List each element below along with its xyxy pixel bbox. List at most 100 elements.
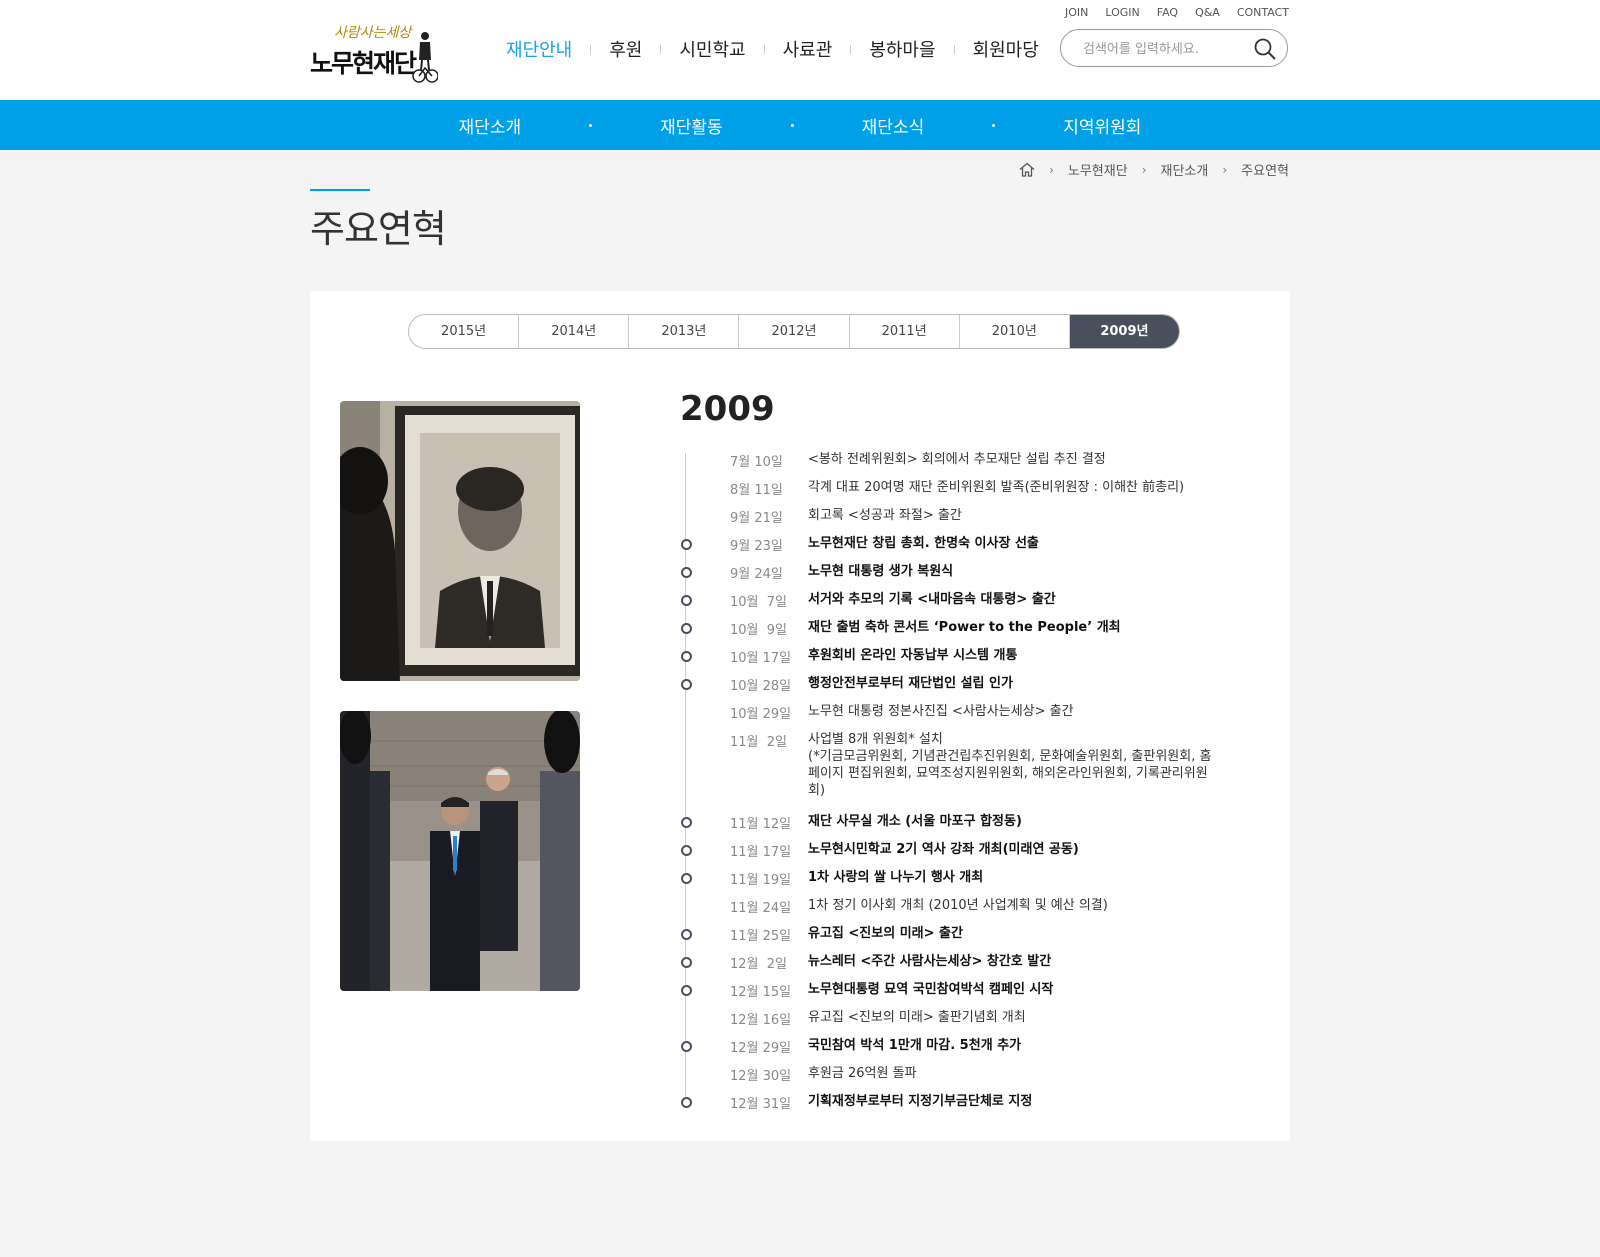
- event-title: 뉴스레터 <주간 사람사는세상> 창간호 발간: [808, 954, 1052, 969]
- year-tab[interactable]: 2010년: [958, 315, 1069, 348]
- event-text: 유고집 <진보의 미래> 출간: [808, 925, 1218, 942]
- event-title: <봉하 전례위원회> 회의에서 추모재단 설립 추진 결정: [808, 452, 1106, 467]
- contact-link[interactable]: CONTACT: [1237, 6, 1289, 19]
- home-icon[interactable]: [1019, 162, 1035, 177]
- event-text: 재단 사무실 개소 (서울 마포구 합정동): [808, 813, 1218, 830]
- logo-tagline: 사람사는세상: [334, 25, 412, 41]
- gnb-item-citizen-school[interactable]: 시민학교: [661, 36, 763, 62]
- gnb-item-members[interactable]: 회원마당: [955, 36, 1057, 62]
- event-text: 1차 정기 이사회 개최 (2010년 사업계획 및 예산 의결): [808, 897, 1218, 914]
- event-date: 10월 9일: [730, 623, 787, 638]
- event-date: 12월 30일: [730, 1069, 792, 1084]
- timeline-dot-icon: [681, 567, 692, 578]
- event-title: 사업별 8개 위원회* 설치: [808, 732, 943, 747]
- event-date: 12월 31일: [730, 1097, 792, 1112]
- event-text: 노무현대통령 묘역 국민참여박석 캠페인 시작: [808, 981, 1218, 998]
- breadcrumb-item[interactable]: 재단소개: [1161, 160, 1209, 179]
- event-text: 노무현재단 창립 총회. 한명숙 이사장 선출: [808, 535, 1218, 552]
- event-title: 재단 출범 축하 콘서트 ‘Power to the People’ 개최: [808, 620, 1121, 635]
- timeline-dot-icon: [681, 679, 692, 690]
- event-date: 10월 17일: [730, 651, 792, 666]
- subnav-item-news[interactable]: 재단소식: [862, 113, 925, 138]
- event-date: 12월 2일: [730, 957, 787, 972]
- subnav-divider: [790, 123, 794, 127]
- year-tab[interactable]: 2015년: [409, 315, 518, 348]
- event-date: 11월 24일: [730, 901, 792, 916]
- gnb-item-support[interactable]: 후원: [591, 36, 660, 62]
- event-text: 뉴스레터 <주간 사람사는세상> 창간호 발간: [808, 953, 1218, 970]
- event-date: 12월 15일: [730, 985, 792, 1000]
- year-tabs: 2015년 2014년 2013년 2012년 2011년 2010년 2009년: [408, 314, 1180, 349]
- event-title: 유고집 <진보의 미래> 출간: [808, 926, 963, 941]
- event-date: 10월 7일: [730, 595, 787, 610]
- timeline-dot-icon: [681, 539, 692, 550]
- year-heading: 2009: [680, 389, 775, 429]
- timeline-dot-icon: [681, 845, 692, 856]
- breadcrumb-separator: ›: [1222, 162, 1228, 177]
- breadcrumb-separator: ›: [1049, 162, 1054, 177]
- timeline-dot-icon: [681, 651, 692, 662]
- event-date: 11월 19일: [730, 873, 792, 888]
- page-title: 주요연혁: [310, 207, 447, 251]
- event-title: 노무현 대통령 정본사진집 <사람사는세상> 출간: [808, 704, 1074, 719]
- event-text: 노무현시민학교 2기 역사 강좌 개최(미래연 공동): [808, 841, 1218, 858]
- gnb-item-bongha[interactable]: 봉하마을: [851, 36, 953, 62]
- event-text: 기획재정부로부터 지정기부금단체로 지정: [808, 1093, 1218, 1110]
- event-date: 9월 24일: [730, 567, 783, 582]
- event-title: 1차 정기 이사회 개최 (2010년 사업계획 및 예산 의결): [808, 898, 1108, 913]
- year-tab[interactable]: 2009년: [1068, 315, 1179, 348]
- event-date: 12월 29일: [730, 1041, 792, 1056]
- breadcrumb-item[interactable]: 노무현재단: [1068, 160, 1128, 179]
- search-icon[interactable]: [1253, 37, 1277, 61]
- year-tab[interactable]: 2014년: [518, 315, 628, 348]
- event-text: 노무현 대통령 생가 복원식: [808, 563, 1218, 580]
- event-title: 노무현 대통령 생가 복원식: [808, 564, 954, 579]
- event-text: 행정안전부로부터 재단법인 설립 인가: [808, 675, 1218, 692]
- event-title: 1차 사랑의 쌀 나누기 행사 개최: [808, 870, 984, 885]
- event-title: 유고집 <진보의 미래> 출판기념회 개최: [808, 1010, 1026, 1025]
- gnb-item-archive[interactable]: 사료관: [765, 36, 851, 62]
- faq-link[interactable]: FAQ: [1157, 6, 1178, 19]
- portrait-photo: [340, 401, 580, 681]
- subnav-item-regional[interactable]: 지역위원회: [1063, 113, 1141, 138]
- event-date: 7월 10일: [730, 455, 783, 470]
- event-text: 1차 사랑의 쌀 나누기 행사 개최: [808, 869, 1218, 886]
- event-title: 국민참여 박석 1만개 마감. 5천개 추가: [808, 1038, 1022, 1053]
- qna-link[interactable]: Q&A: [1195, 6, 1220, 19]
- event-text: 각계 대표 20여명 재단 준비위원회 발족(준비위원장 : 이해찬 前총리): [808, 479, 1218, 496]
- event-text: 사업별 8개 위원회* 설치 (*기금모금위원회, 기념관건립추진위원회, 문화예…: [808, 731, 1218, 799]
- event-date: 9월 21일: [730, 511, 783, 526]
- year-tab[interactable]: 2012년: [738, 315, 848, 348]
- ceremony-photo: [340, 711, 580, 991]
- event-text: 서거와 추모의 기록 <내마음속 대통령> 출간: [808, 591, 1218, 608]
- title-accent-line: [310, 189, 370, 191]
- event-title: 노무현대통령 묘역 국민참여박석 캠페인 시작: [808, 982, 1054, 997]
- event-title: 재단 사무실 개소 (서울 마포구 합정동): [808, 814, 1022, 829]
- subnav-item-intro[interactable]: 재단소개: [459, 113, 522, 138]
- event-title: 서거와 추모의 기록 <내마음속 대통령> 출간: [808, 592, 1056, 607]
- event-date: 11월 12일: [730, 817, 792, 832]
- subnav-divider: [992, 123, 996, 127]
- subnav-divider: [589, 123, 593, 127]
- event-title: 후원회비 온라인 자동납부 시스템 개통: [808, 648, 1018, 663]
- year-tab[interactable]: 2011년: [848, 315, 959, 348]
- event-detail: (*기금모금위원회, 기념관건립추진위원회, 문화예술위원회, 출판위원회, 홈…: [808, 749, 1212, 798]
- subnav-item-activities[interactable]: 재단활동: [660, 113, 723, 138]
- breadcrumb: › 노무현재단 › 재단소개 › 주요연혁: [1019, 160, 1289, 179]
- logo[interactable]: 사람사는세상 노무현재단: [310, 22, 438, 83]
- event-text: 노무현 대통령 정본사진집 <사람사는세상> 출간: [808, 703, 1218, 720]
- timeline-dot-icon: [681, 929, 692, 940]
- event-text: 후원회비 온라인 자동납부 시스템 개통: [808, 647, 1218, 664]
- timeline-dot-icon: [681, 985, 692, 996]
- timeline-dot-icon: [681, 873, 692, 884]
- login-link[interactable]: LOGIN: [1105, 6, 1139, 19]
- event-date: 12월 16일: [730, 1013, 792, 1028]
- event-text: 유고집 <진보의 미래> 출판기념회 개최: [808, 1009, 1218, 1026]
- timeline-dot-icon: [681, 817, 692, 828]
- search-input[interactable]: [1081, 38, 1245, 60]
- join-link[interactable]: JOIN: [1065, 6, 1088, 19]
- year-tab[interactable]: 2013년: [628, 315, 738, 348]
- event-date: 11월 17일: [730, 845, 792, 860]
- event-title: 행정안전부로부터 재단법인 설립 인가: [808, 676, 1013, 691]
- gnb-item-foundation[interactable]: 재단안내: [488, 36, 590, 62]
